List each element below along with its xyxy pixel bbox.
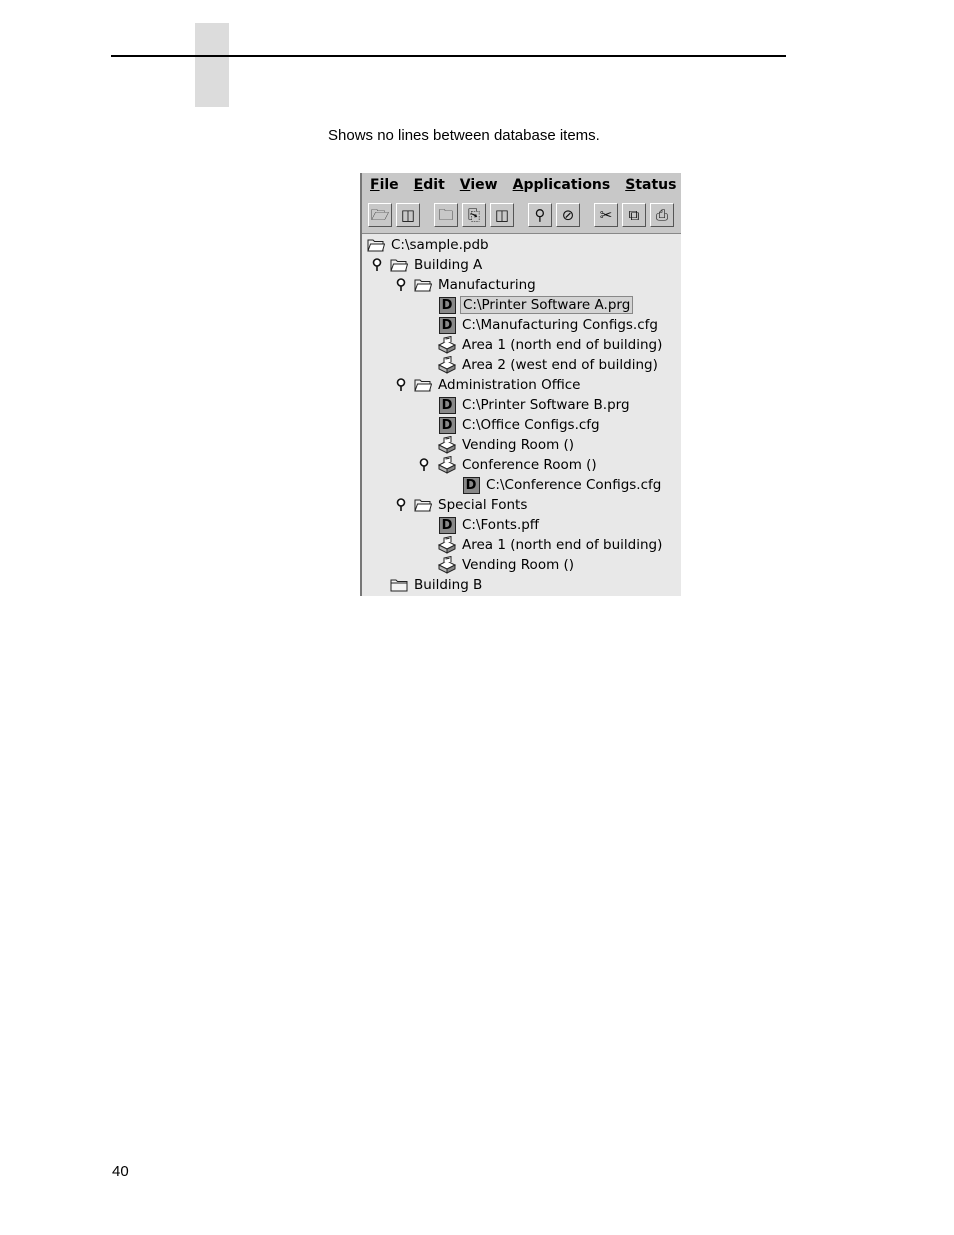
tree-item-area-2[interactable]: Area 2 (west end of building) bbox=[437, 355, 660, 375]
expander-pin-icon[interactable] bbox=[396, 498, 406, 512]
tree-item-vending-room[interactable]: Vending Room () bbox=[437, 435, 576, 455]
copy-icon: ⧉ bbox=[628, 206, 640, 224]
tree-item-manufacturing[interactable]: Manufacturing bbox=[396, 275, 538, 295]
find-button[interactable]: ⚲ bbox=[528, 203, 552, 227]
download-file-icon: D bbox=[437, 296, 457, 314]
tree-item-manufacturing-configs[interactable]: D C:\Manufacturing Configs.cfg bbox=[437, 315, 660, 335]
tree-item-root[interactable]: C:\sample.pdb bbox=[366, 235, 491, 255]
menu-status[interactable]: Status bbox=[617, 177, 681, 193]
download-file-icon: D bbox=[437, 316, 457, 334]
tree-item-area-1[interactable]: Area 1 (north end of building) bbox=[437, 335, 664, 355]
cancel-button[interactable]: ⊘ bbox=[556, 203, 580, 227]
new-folder-button[interactable]: 🗀 bbox=[434, 203, 458, 227]
printer-group-icon bbox=[437, 536, 457, 554]
new-printer-button[interactable]: ⎘ bbox=[462, 203, 486, 227]
copy-button[interactable]: ⧉ bbox=[622, 203, 646, 227]
tree-item-fonts-pff[interactable]: D C:\Fonts.pff bbox=[437, 515, 541, 535]
chapter-tab bbox=[195, 23, 229, 107]
new-device-button[interactable]: ◫ bbox=[490, 203, 514, 227]
tree-item-administration-office[interactable]: Administration Office bbox=[396, 375, 582, 395]
open-folder-icon bbox=[413, 276, 433, 294]
toolbar: 🗁 ◫ 🗀 ⎘ ◫ ⚲ ⊘ ✂ ⧉ ⎙ bbox=[362, 199, 681, 231]
open-folder-icon bbox=[366, 236, 386, 254]
expander-pin-icon[interactable] bbox=[396, 278, 406, 292]
find-icon: ⚲ bbox=[534, 206, 546, 224]
expander-pin-icon[interactable] bbox=[372, 258, 382, 272]
tree-item-building-b[interactable]: Building B bbox=[389, 575, 484, 595]
closed-folder-icon bbox=[389, 576, 409, 594]
open-folder-icon bbox=[413, 376, 433, 394]
tree-item-conference-configs[interactable]: D C:\Conference Configs.cfg bbox=[461, 475, 663, 495]
save-icon: ◫ bbox=[400, 206, 416, 224]
database-tree: C:\sample.pdb Building A Manufacturing D… bbox=[362, 233, 681, 596]
printer-group-icon bbox=[437, 436, 457, 454]
tree-item-office-configs[interactable]: D C:\Office Configs.cfg bbox=[437, 415, 602, 435]
cut-icon: ✂ bbox=[599, 206, 613, 224]
new-folder-icon: 🗀 bbox=[438, 206, 454, 224]
new-printer-icon: ⎘ bbox=[467, 206, 480, 224]
caption: Shows no lines between database items. bbox=[328, 127, 600, 144]
cut-button[interactable]: ✂ bbox=[594, 203, 618, 227]
open-folder-icon bbox=[413, 496, 433, 514]
expander-pin-icon[interactable] bbox=[396, 378, 406, 392]
tree-item-special-fonts[interactable]: Special Fonts bbox=[396, 495, 529, 515]
download-file-icon: D bbox=[437, 516, 457, 534]
save-button[interactable]: ◫ bbox=[396, 203, 420, 227]
app-screenshot: File Edit View Applications Status Utili… bbox=[360, 173, 681, 596]
printer-group-icon bbox=[437, 556, 457, 574]
open-icon: 🗁 bbox=[370, 206, 390, 224]
new-device-icon: ◫ bbox=[494, 206, 510, 224]
open-folder-icon bbox=[389, 256, 409, 274]
download-file-icon: D bbox=[461, 476, 481, 494]
printer-group-icon bbox=[437, 356, 457, 374]
printer-group-icon bbox=[437, 336, 457, 354]
printer-group-icon bbox=[437, 456, 457, 474]
page-number: 40 bbox=[112, 1163, 129, 1180]
menu-edit[interactable]: Edit bbox=[406, 177, 452, 193]
download-file-icon: D bbox=[437, 396, 457, 414]
open-button[interactable]: 🗁 bbox=[368, 203, 392, 227]
menu-bar: File Edit View Applications Status Utili… bbox=[362, 173, 681, 197]
header-rule bbox=[111, 55, 786, 57]
menu-file[interactable]: File bbox=[362, 177, 406, 193]
tree-item-building-a[interactable]: Building A bbox=[372, 255, 484, 275]
expander-pin-icon[interactable] bbox=[419, 458, 429, 472]
tree-item-conference-room[interactable]: Conference Room () bbox=[419, 455, 599, 475]
tree-item-fonts-area-1[interactable]: Area 1 (north end of building) bbox=[437, 535, 664, 555]
tree-item-fonts-vending-room[interactable]: Vending Room () bbox=[437, 555, 576, 575]
tree-item-printer-software-a[interactable]: D C:\Printer Software A.prg bbox=[437, 295, 634, 315]
paste-button[interactable]: ⎙ bbox=[650, 203, 674, 227]
download-file-icon: D bbox=[437, 416, 457, 434]
tree-item-printer-software-b[interactable]: D C:\Printer Software B.prg bbox=[437, 395, 632, 415]
paste-icon: ⎙ bbox=[655, 206, 668, 224]
menu-applications[interactable]: Applications bbox=[505, 177, 618, 193]
menu-view[interactable]: View bbox=[452, 177, 505, 193]
cancel-icon: ⊘ bbox=[561, 206, 575, 224]
